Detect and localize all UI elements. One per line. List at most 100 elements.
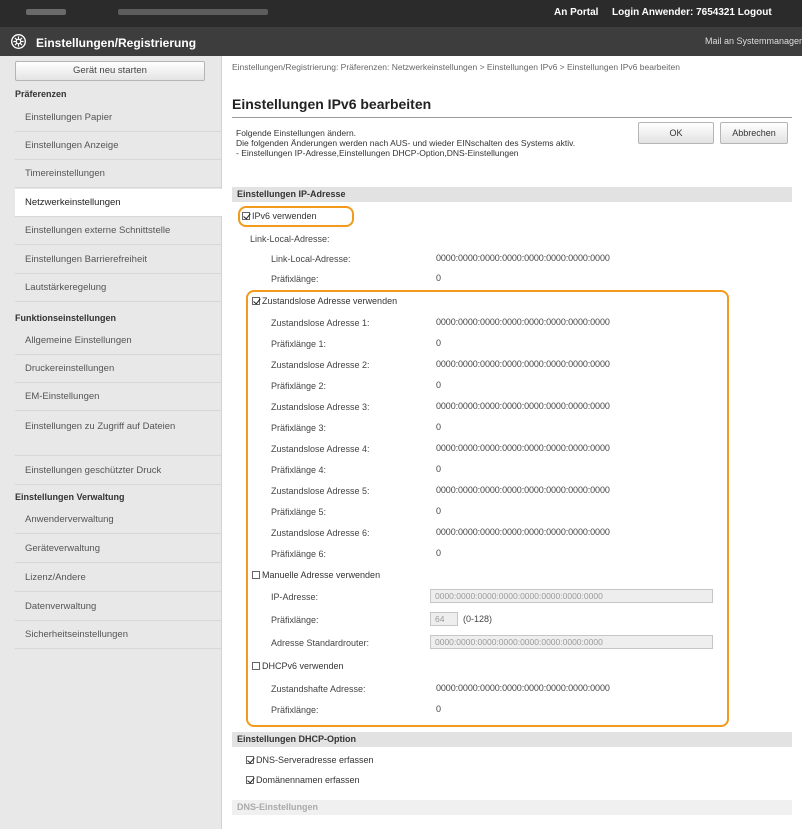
stateless-address-2-value: 0000:0000:0000:0000:0000:0000:0000:0000 — [436, 359, 610, 369]
sidebar-item-timer[interactable]: Timereinstellungen — [15, 160, 222, 188]
restart-device-button[interactable]: Gerät neu starten — [15, 61, 205, 81]
link-local-prefix-label: Präfixlänge: — [271, 274, 319, 284]
sidebar-item-external-interface[interactable]: Einstellungen externe Schnittstelle — [15, 217, 222, 245]
stateless-address-3-label: Zustandslose Adresse 3: — [271, 402, 370, 412]
app-title: Einstellungen/Registrierung — [36, 36, 197, 50]
portal-link[interactable]: An Portal — [554, 7, 598, 18]
top-bar: An Portal Login Anwender: 7654321 Logout — [0, 0, 802, 27]
login-info[interactable]: Login Anwender: 7654321 Logout — [612, 7, 772, 18]
stateful-address-label: Zustandshafte Adresse: — [271, 684, 366, 694]
stateless-prefix-3-value: 0 — [436, 422, 441, 432]
use-ipv6-label: IPv6 verwenden — [252, 211, 317, 221]
sidebar-item-security[interactable]: Sicherheitseinstellungen — [15, 621, 222, 649]
stateless-address-6-value: 0000:0000:0000:0000:0000:0000:0000:0000 — [436, 527, 610, 537]
manual-ip-label: IP-Adresse: — [271, 592, 319, 602]
sidebar-item-user-management[interactable]: Anwenderverwaltung — [15, 506, 222, 534]
stateless-prefix-3-label: Präfixlänge 3: — [271, 423, 327, 433]
sidebar-item-accessibility[interactable]: Einstellungen Barrierefreiheit — [15, 246, 222, 274]
stateless-prefix-1-value: 0 — [436, 338, 441, 348]
sidebar-item-secure-print[interactable]: Einstellungen geschützter Druck — [15, 457, 222, 485]
page-title: Einstellungen IPv6 bearbeiten — [232, 96, 432, 112]
sidebar-item-paper[interactable]: Einstellungen Papier — [15, 104, 222, 132]
intro-line: - Einstellungen IP-Adresse,Einstellungen… — [236, 148, 519, 158]
stateless-address-2-label: Zustandslose Adresse 2: — [271, 360, 370, 370]
mail-to-admin-link[interactable]: Mail an Systemmanager — [705, 36, 802, 46]
stateful-prefix-label: Präfixlänge: — [271, 705, 319, 715]
cancel-button[interactable]: Abbrechen — [720, 122, 788, 144]
stateful-address-value: 0000:0000:0000:0000:0000:0000:0000:0000 — [436, 683, 610, 693]
stateless-prefix-4-value: 0 — [436, 464, 441, 474]
intro-line: Die folgenden Änderungen werden nach AUS… — [236, 138, 576, 148]
stateless-address-5-label: Zustandslose Adresse 5: — [271, 486, 370, 496]
checkbox-unchecked[interactable] — [252, 662, 260, 670]
blurred-device-name — [118, 9, 268, 15]
section-ip-address: Einstellungen IP-Adresse — [232, 187, 792, 202]
title-bar: Einstellungen/Registrierung Mail an Syst… — [0, 27, 802, 56]
acquire-dns-server-checkbox[interactable]: DNS-Serveradresse erfassen — [246, 755, 374, 765]
stateful-prefix-value: 0 — [436, 704, 441, 714]
stateless-address-3-value: 0000:0000:0000:0000:0000:0000:0000:0000 — [436, 401, 610, 411]
stateless-prefix-1-label: Präfixlänge 1: — [271, 339, 327, 349]
sidebar-item-file-access[interactable]: Einstellungen zu Zugriff auf Dateien — [15, 412, 222, 456]
stateless-prefix-2-label: Präfixlänge 2: — [271, 381, 327, 391]
acquire-domain-name-label: Domänennamen erfassen — [256, 775, 360, 785]
use-stateless-label: Zustandslose Adresse verwenden — [262, 296, 398, 306]
checkbox-checked[interactable] — [246, 756, 254, 764]
sidebar-item-receive[interactable]: EM-Einstellungen — [15, 383, 222, 411]
stateless-prefix-5-label: Präfixlänge 5: — [271, 507, 327, 517]
manual-ip-field[interactable]: 0000:0000:0000:0000:0000:0000:0000:0000 — [430, 589, 713, 603]
gear-icon — [11, 34, 26, 49]
link-local-value: 0000:0000:0000:0000:0000:0000:0000:0000 — [436, 253, 610, 263]
manual-prefix-label: Präfixlänge: — [271, 615, 319, 625]
checkbox-unchecked[interactable] — [252, 571, 260, 579]
link-local-prefix-value: 0 — [436, 273, 441, 283]
checkbox-checked[interactable] — [246, 776, 254, 784]
default-router-label: Adresse Standardrouter: — [271, 638, 370, 648]
blurred-logo — [26, 9, 66, 15]
sidebar-item-volume[interactable]: Lautstärkeregelung — [15, 274, 222, 302]
default-router-field[interactable]: 0000:0000:0000:0000:0000:0000:0000:0000 — [430, 635, 713, 649]
sidebar-item-license[interactable]: Lizenz/Andere — [15, 564, 222, 592]
stateless-prefix-5-value: 0 — [436, 506, 441, 516]
sidebar-item-device-management[interactable]: Geräteverwaltung — [15, 535, 222, 563]
sidebar: Gerät neu starten Präferenzen Einstellun… — [0, 56, 222, 829]
sidebar-item-display[interactable]: Einstellungen Anzeige — [15, 132, 222, 160]
stateless-prefix-6-label: Präfixlänge 6: — [271, 549, 327, 559]
sidebar-item-printer[interactable]: Druckereinstellungen — [15, 355, 222, 383]
sidebar-item-network[interactable]: Netzwerkeinstellungen — [15, 189, 222, 217]
ok-button[interactable]: OK — [638, 122, 714, 144]
sidebar-section-preferences: Präferenzen — [15, 89, 67, 99]
use-dhcpv6-checkbox[interactable]: DHCPv6 verwenden — [252, 661, 344, 671]
stateless-prefix-2-value: 0 — [436, 380, 441, 390]
use-manual-address-checkbox[interactable]: Manuelle Adresse verwenden — [252, 570, 380, 580]
intro-text: Folgende Einstellungen ändern. Die folge… — [236, 128, 636, 158]
stateless-prefix-4-label: Präfixlänge 4: — [271, 465, 327, 475]
manual-prefix-field[interactable]: 64 — [430, 612, 458, 626]
link-local-label: Link-Local-Adresse: — [271, 254, 351, 264]
checkbox-checked[interactable] — [242, 212, 250, 220]
stateless-address-6-label: Zustandslose Adresse 6: — [271, 528, 370, 538]
checkbox-checked[interactable] — [252, 297, 260, 305]
acquire-dns-server-label: DNS-Serveradresse erfassen — [256, 755, 374, 765]
stateless-address-4-value: 0000:0000:0000:0000:0000:0000:0000:0000 — [436, 443, 610, 453]
main-content: Einstellungen/Registrierung: Präferenzen… — [222, 56, 802, 829]
sidebar-item-general[interactable]: Allgemeine Einstellungen — [15, 327, 222, 355]
link-local-heading: Link-Local-Adresse: — [250, 234, 330, 244]
manual-prefix-range-hint: (0-128) — [463, 614, 493, 624]
sidebar-item-data-management[interactable]: Datenverwaltung — [15, 593, 222, 621]
stateless-address-5-value: 0000:0000:0000:0000:0000:0000:0000:0000 — [436, 485, 610, 495]
stateless-address-1-value: 0000:0000:0000:0000:0000:0000:0000:0000 — [436, 317, 610, 327]
section-dns-settings: DNS-Einstellungen — [232, 800, 792, 815]
intro-line: Folgende Einstellungen ändern. — [236, 128, 357, 138]
use-dhcpv6-label: DHCPv6 verwenden — [262, 661, 344, 671]
stateless-prefix-6-value: 0 — [436, 548, 441, 558]
section-dhcp-option: Einstellungen DHCP-Option — [232, 732, 792, 747]
title-divider — [232, 117, 792, 118]
breadcrumb: Einstellungen/Registrierung: Präferenzen… — [232, 62, 680, 72]
sidebar-section-management: Einstellungen Verwaltung — [15, 492, 125, 502]
use-manual-address-label: Manuelle Adresse verwenden — [262, 570, 381, 580]
acquire-domain-name-checkbox[interactable]: Domänennamen erfassen — [246, 775, 360, 785]
use-ipv6-checkbox[interactable]: IPv6 verwenden — [242, 211, 317, 221]
stateless-address-4-label: Zustandslose Adresse 4: — [271, 444, 370, 454]
use-stateless-checkbox[interactable]: Zustandslose Adresse verwenden — [252, 296, 397, 306]
